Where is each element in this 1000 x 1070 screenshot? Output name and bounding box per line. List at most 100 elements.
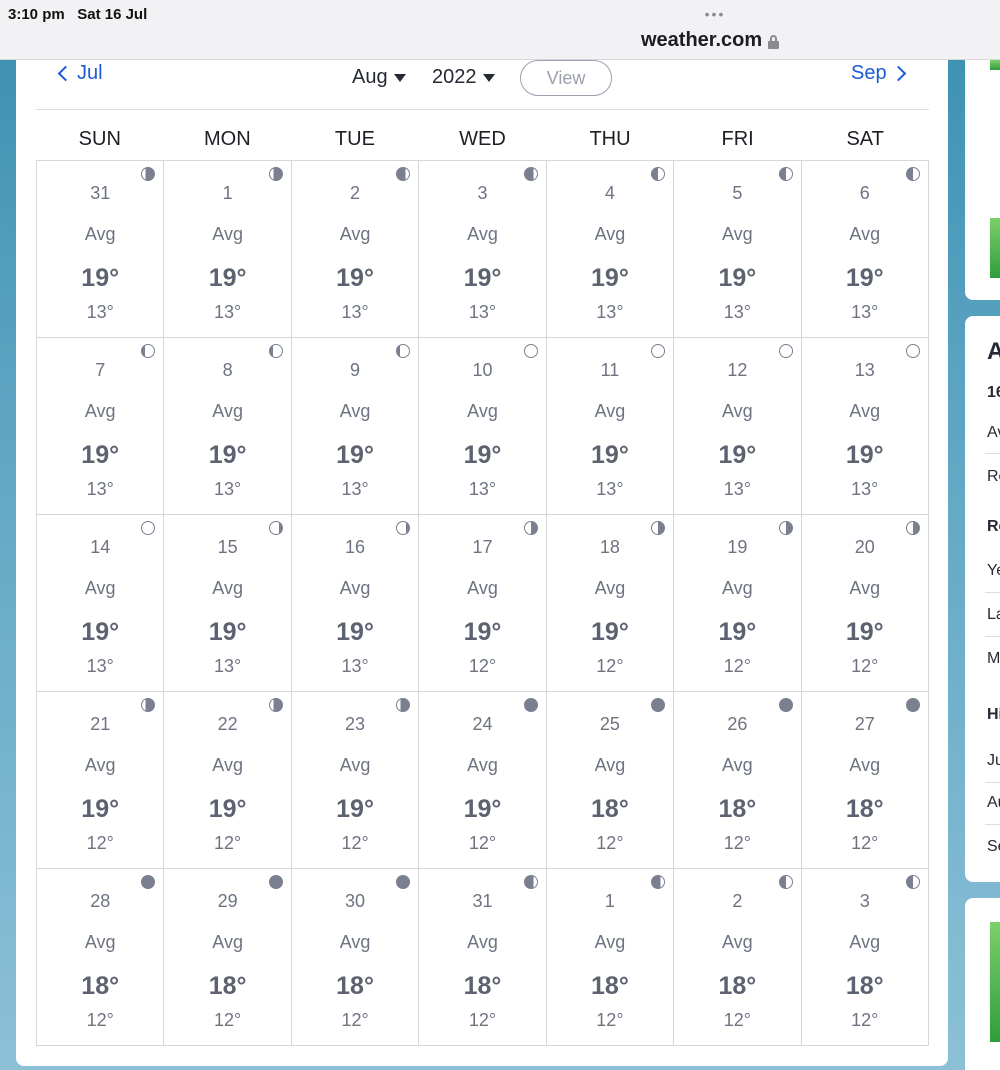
calendar-day-cell[interactable]: 1 Avg 19° 13° xyxy=(164,161,292,338)
moon-phase-icon xyxy=(141,521,156,535)
calendar-day-cell[interactable]: 17 Avg 19° 12° xyxy=(419,515,547,692)
url-text[interactable]: weather.com xyxy=(641,29,762,52)
avg-label: Avg xyxy=(722,932,753,952)
moon-phase-icon xyxy=(778,698,793,712)
low-temp: 13° xyxy=(723,479,751,499)
calendar-day-cell[interactable]: 1 Avg 18° 12° xyxy=(546,869,675,1046)
next-month-link[interactable]: Sep xyxy=(851,62,908,85)
moon-phase-icon xyxy=(523,875,538,889)
status-date: Sat 16 Jul xyxy=(77,6,148,23)
avg-label: Avg xyxy=(339,578,371,598)
moon-phase-icon xyxy=(268,875,283,889)
low-temp: 12° xyxy=(596,656,624,676)
calendar-day-cell[interactable]: 9 Avg 19° 13° xyxy=(291,338,420,515)
address-bar[interactable]: weather.com xyxy=(641,29,780,52)
side-item: M xyxy=(987,650,1000,667)
high-temp: 18° xyxy=(463,972,502,1000)
year-select[interactable]: 2022 xyxy=(432,66,495,89)
map-preview-strip xyxy=(990,922,1000,1042)
day-number: 7 xyxy=(95,360,106,380)
low-temp: 12° xyxy=(86,833,114,853)
calendar-day-cell[interactable]: 20 Avg 19° 12° xyxy=(801,515,929,692)
weekday-label: WED xyxy=(459,128,506,150)
calendar-day-cell[interactable]: 12 Avg 19° 13° xyxy=(674,338,802,515)
avg-label: Avg xyxy=(339,224,371,244)
divider xyxy=(985,782,1000,783)
divider xyxy=(985,453,1000,454)
calendar-day-cell[interactable]: 31 Avg 19° 13° xyxy=(37,161,165,338)
low-temp: 12° xyxy=(851,833,879,853)
calendar-day-cell[interactable]: 3 Avg 18° 12° xyxy=(801,869,929,1046)
day-number: 30 xyxy=(345,891,366,911)
calendar-day-cell[interactable]: 25 Avg 18° 12° xyxy=(546,692,675,869)
calendar-day-cell[interactable]: 3 Avg 19° 13° xyxy=(419,161,547,338)
calendar-day-cell[interactable]: 11 Avg 19° 13° xyxy=(546,338,675,515)
more-dots-icon[interactable]: ••• xyxy=(700,6,730,22)
day-number: 4 xyxy=(604,183,615,203)
calendar-day-cell[interactable]: 2 Avg 18° 12° xyxy=(674,869,802,1046)
day-number: 12 xyxy=(727,360,748,380)
map-preview-strip xyxy=(990,218,1000,278)
calendar-day-cell[interactable]: 19 Avg 19° 12° xyxy=(674,515,802,692)
calendar-card: Jul Aug 2022 View Sep SUN MON TUE WED TH… xyxy=(16,60,948,1066)
avg-label: Avg xyxy=(849,224,881,244)
calendar-day-cell[interactable]: 30 Avg 18° 12° xyxy=(291,869,420,1046)
month-select[interactable]: Aug xyxy=(352,66,406,89)
calendar-day-cell[interactable]: 23 Avg 19° 12° xyxy=(291,692,420,869)
day-number: 14 xyxy=(90,537,111,557)
calendar-day-cell[interactable]: 31 Avg 18° 12° xyxy=(419,869,547,1046)
high-temp: 19° xyxy=(336,441,374,469)
calendar-day-cell[interactable]: 8 Avg 19° 13° xyxy=(164,338,292,515)
low-temp: 13° xyxy=(341,656,369,676)
day-number: 24 xyxy=(472,714,493,734)
day-number: 31 xyxy=(90,183,111,203)
day-number: 19 xyxy=(727,537,748,557)
view-button[interactable]: View xyxy=(520,60,612,96)
calendar-day-cell[interactable]: 5 Avg 19° 13° xyxy=(674,161,802,338)
avg-label: Avg xyxy=(339,932,371,952)
calendar-day-cell[interactable]: 16 Avg 19° 13° xyxy=(291,515,420,692)
prev-month-link[interactable]: Jul xyxy=(56,62,103,85)
chevron-right-icon xyxy=(890,65,906,82)
avg-label: Avg xyxy=(339,755,371,775)
calendar-day-cell[interactable]: 7 Avg 19° 13° xyxy=(37,338,165,515)
calendar-day-cell[interactable]: 24 Avg 19° 12° xyxy=(419,692,547,869)
calendar-day-cell[interactable]: 22 Avg 19° 12° xyxy=(164,692,292,869)
moon-phase-icon xyxy=(523,344,538,358)
day-number: 1 xyxy=(604,891,615,911)
calendar-day-cell[interactable]: 21 Avg 19° 12° xyxy=(37,692,165,869)
side-item: La xyxy=(987,606,1000,623)
calendar-day-cell[interactable]: 2 Avg 19° 13° xyxy=(291,161,420,338)
high-temp: 18° xyxy=(336,972,374,1000)
calendar-day-cell[interactable]: 29 Avg 18° 12° xyxy=(164,869,292,1046)
calendar-day-cell[interactable]: 18 Avg 19° 12° xyxy=(546,515,675,692)
side-card-title: A xyxy=(987,338,1000,365)
high-temp: 19° xyxy=(845,264,884,292)
calendar-day-cell[interactable]: 15 Avg 19° 13° xyxy=(164,515,292,692)
divider xyxy=(985,824,1000,825)
calendar-day-cell[interactable]: 28 Avg 18° 12° xyxy=(37,869,165,1046)
avg-label: Avg xyxy=(849,932,881,952)
calendar-day-cell[interactable]: 4 Avg 19° 13° xyxy=(546,161,675,338)
day-number: 20 xyxy=(854,537,875,557)
calendar-day-cell[interactable]: 14 Avg 19° 13° xyxy=(37,515,165,692)
avg-label: Avg xyxy=(722,755,753,775)
calendar-day-cell[interactable]: 13 Avg 19° 13° xyxy=(801,338,929,515)
high-temp: 19° xyxy=(463,795,502,823)
high-temp: 19° xyxy=(208,441,247,469)
next-month-label[interactable]: Sep xyxy=(851,62,887,85)
year-select-value[interactable]: 2022 xyxy=(432,66,477,89)
month-select-value[interactable]: Aug xyxy=(352,66,388,89)
low-temp: 13° xyxy=(86,302,114,322)
calendar-day-cell[interactable]: 26 Avg 18° 12° xyxy=(674,692,802,869)
moon-phase-icon xyxy=(396,521,411,535)
calendar-day-cell[interactable]: 27 Avg 18° 12° xyxy=(801,692,929,869)
prev-month-label[interactable]: Jul xyxy=(77,62,103,85)
calendar-day-cell[interactable]: 10 Avg 19° 13° xyxy=(419,338,547,515)
low-temp: 12° xyxy=(341,1010,369,1030)
day-number: 8 xyxy=(222,360,233,380)
calendar-day-cell[interactable]: 6 Avg 19° 13° xyxy=(801,161,929,338)
day-number: 27 xyxy=(854,714,875,734)
side-item: 16 xyxy=(987,384,1000,401)
almanac-side-card: A 16 Av Re Re Ye La M Hi Ju Au Se xyxy=(965,316,1000,882)
